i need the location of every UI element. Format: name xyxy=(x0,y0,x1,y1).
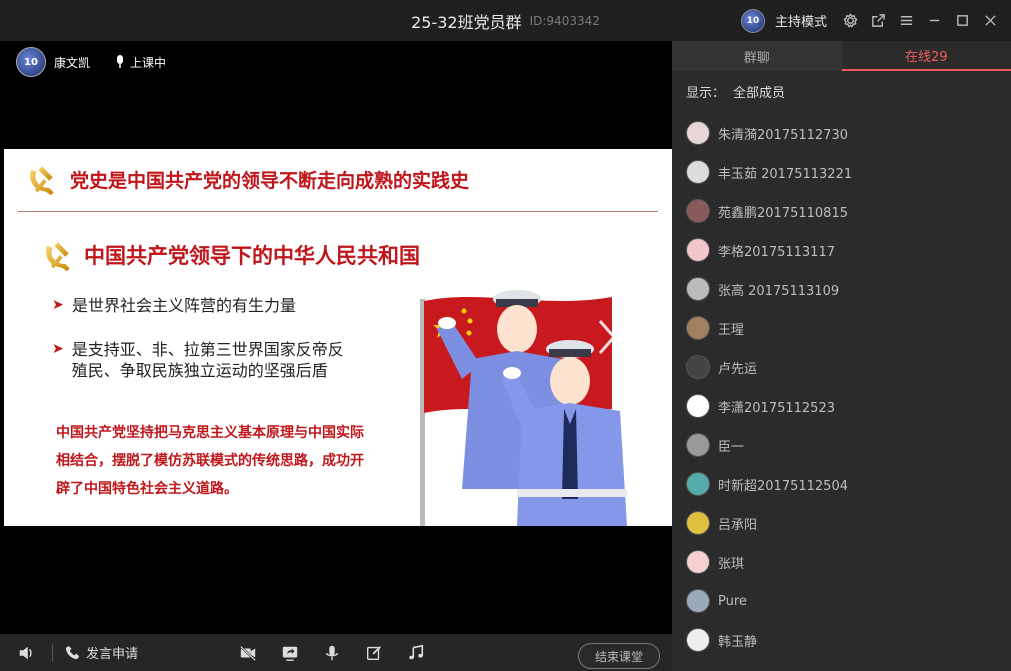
tab-group-chat[interactable]: 群聊 xyxy=(672,41,842,71)
screen-share-icon[interactable] xyxy=(280,643,300,663)
party-emblem-icon xyxy=(46,242,70,272)
member-name: 卢先运 xyxy=(718,361,758,377)
title-bar: 25-32班党员群 ID:9403342 10 主持模式 xyxy=(0,0,1011,41)
member-avatar xyxy=(686,589,710,613)
member-name: 李潇20175112523 xyxy=(718,400,835,416)
tab-online[interactable]: 在线29 xyxy=(841,41,1011,71)
presenter-info: 10 康文凯 上课中 xyxy=(16,47,166,77)
filter-dropdown[interactable]: 全部成员 xyxy=(733,82,785,101)
bullet-2-text: 是支持亚、非、拉第三世界国家反帝反殖民、争取民族独立运动的坚强后盾 xyxy=(71,340,344,380)
slide-title: 党史是中国共产党的领导不断走向成熟的实践史 xyxy=(24,157,469,201)
slide-bullet-1: ➤ 是世界社会主义阵营的有生力量 xyxy=(52,295,296,316)
member-item[interactable]: 丰玉茹 20175113221 xyxy=(686,156,852,188)
slide: 党史是中国共产党的领导不断走向成熟的实践史 中国共产党领导下的中华人民共和国 ➤… xyxy=(4,149,672,526)
member-avatar xyxy=(686,277,710,301)
camera-off-icon[interactable] xyxy=(238,643,258,663)
member-item[interactable]: 张高 20175113109 xyxy=(686,273,839,305)
slide-highlight: 中国共产党坚持把马克思主义基本原理与中国实际相结合，摆脱了模仿苏联模式的传统思路… xyxy=(56,425,364,497)
member-name: 韩玉静 xyxy=(718,634,758,650)
class-status-label: 上课中 xyxy=(130,55,167,70)
speak-request-button[interactable]: 发言申请 xyxy=(65,643,138,662)
member-item[interactable]: 臣一 xyxy=(686,429,744,461)
member-name: 丰玉茹 20175113221 xyxy=(718,166,853,182)
group-id: ID:9403342 xyxy=(529,13,600,28)
member-name: 张琪 xyxy=(718,556,745,572)
member-item[interactable]: 卢先运 xyxy=(686,351,757,383)
end-class-button[interactable]: 结束课堂 xyxy=(578,643,660,669)
member-item[interactable]: 李格20175113117 xyxy=(686,234,835,266)
media-tools xyxy=(238,643,426,663)
member-name: 张高 20175113109 xyxy=(718,283,840,299)
menu-icon[interactable] xyxy=(897,12,915,30)
host-mode-button[interactable]: 主持模式 xyxy=(775,11,827,30)
member-avatar xyxy=(686,628,710,652)
host-avatar[interactable]: 10 xyxy=(740,8,765,33)
slide-title-text: 党史是中国共产党的领导不断走向成熟的实践史 xyxy=(70,169,470,192)
maximize-icon[interactable] xyxy=(953,12,971,30)
presenter-name: 康文凯 xyxy=(54,55,91,70)
slide-subtitle-text: 中国共产党领导下的中华人民共和国 xyxy=(84,244,420,268)
member-name: 朱清漪20175112730 xyxy=(718,127,848,143)
member-avatar xyxy=(686,355,710,379)
member-name: Pure xyxy=(718,593,747,609)
member-avatar xyxy=(686,433,710,457)
member-name: 时新超20175112504 xyxy=(718,478,848,494)
member-avatar xyxy=(686,394,710,418)
member-name: 李格20175113117 xyxy=(718,244,835,260)
next-slide-icon[interactable] xyxy=(594,317,618,357)
side-panel: 群聊 在线29 显示： 全部成员 朱清漪20175112730 丰玉茹 20175… xyxy=(672,41,1011,671)
member-avatar xyxy=(686,511,710,535)
bottom-toolbar: 发言申请 结束课堂 xyxy=(0,634,672,671)
member-item[interactable]: 韩玉静 xyxy=(686,624,757,656)
slide-bullet-2: ➤ 是支持亚、非、拉第三世界国家反帝反殖民、争取民族独立运动的坚强后盾 xyxy=(52,339,352,381)
minimize-icon[interactable] xyxy=(925,12,943,30)
bullet-1-text: 是世界社会主义阵营的有生力量 xyxy=(72,296,297,315)
member-avatar xyxy=(686,238,710,262)
member-item[interactable]: 吕承阳 xyxy=(686,507,757,539)
speak-request-label: 发言申请 xyxy=(86,647,139,662)
share-icon[interactable] xyxy=(869,12,887,30)
member-avatar xyxy=(686,472,710,496)
member-item[interactable]: 时新超20175112504 xyxy=(686,468,848,500)
member-name: 王瑆 xyxy=(718,322,745,338)
panel-tabs: 群聊 在线29 xyxy=(672,41,1011,71)
microphone-icon[interactable] xyxy=(322,643,342,663)
settings-icon[interactable] xyxy=(841,12,859,30)
member-name: 吕承阳 xyxy=(718,517,758,533)
member-item[interactable]: 朱清漪20175112730 xyxy=(686,117,848,149)
member-item[interactable]: 苑鑫鹏20175110815 xyxy=(686,195,848,227)
member-name: 苑鑫鹏20175110815 xyxy=(718,205,848,221)
member-avatar xyxy=(686,160,710,184)
bullet-arrow-icon: ➤ xyxy=(52,341,64,357)
member-avatar xyxy=(686,316,710,340)
group-title: 25-32班党员群 xyxy=(411,12,522,32)
phone-icon xyxy=(65,645,80,660)
member-item[interactable]: 李潇20175112523 xyxy=(686,390,835,422)
member-avatar xyxy=(686,199,710,223)
member-item[interactable]: 王瑆 xyxy=(686,312,744,344)
bullet-arrow-icon: ➤ xyxy=(52,297,64,313)
member-avatar xyxy=(686,550,710,574)
party-emblem-icon xyxy=(30,166,54,196)
member-avatar xyxy=(686,121,710,145)
microphone-icon xyxy=(117,55,124,68)
filter-label: 显示： xyxy=(686,85,726,101)
presenter-avatar[interactable]: 10 xyxy=(16,47,46,77)
edit-icon[interactable] xyxy=(364,643,384,663)
presentation-stage: 10 康文凯 上课中 党史是中国共产党的领导不断走向成熟的实践史 中国共产党领导… xyxy=(4,41,672,634)
slide-divider xyxy=(18,211,658,212)
member-item[interactable]: 张琪 xyxy=(686,546,744,578)
slide-subtitle: 中国共产党领导下的中华人民共和国 xyxy=(40,237,420,273)
close-icon[interactable] xyxy=(981,12,999,30)
toolbar-separator xyxy=(52,643,53,662)
title-controls: 10 主持模式 xyxy=(740,0,999,41)
member-list[interactable]: 朱清漪20175112730 丰玉茹 20175113221 苑鑫鹏20175110… xyxy=(672,111,1011,671)
member-item[interactable]: Pure xyxy=(686,585,747,617)
class-status: 上课中 xyxy=(114,54,166,71)
music-icon[interactable] xyxy=(406,643,426,663)
speaker-icon[interactable] xyxy=(12,639,40,667)
app-window: 25-32班党员群 ID:9403342 10 主持模式 10 康文凯 上课中 … xyxy=(0,0,1011,671)
member-filter: 显示： 全部成员 xyxy=(672,71,1011,111)
member-name: 臣一 xyxy=(718,439,745,455)
